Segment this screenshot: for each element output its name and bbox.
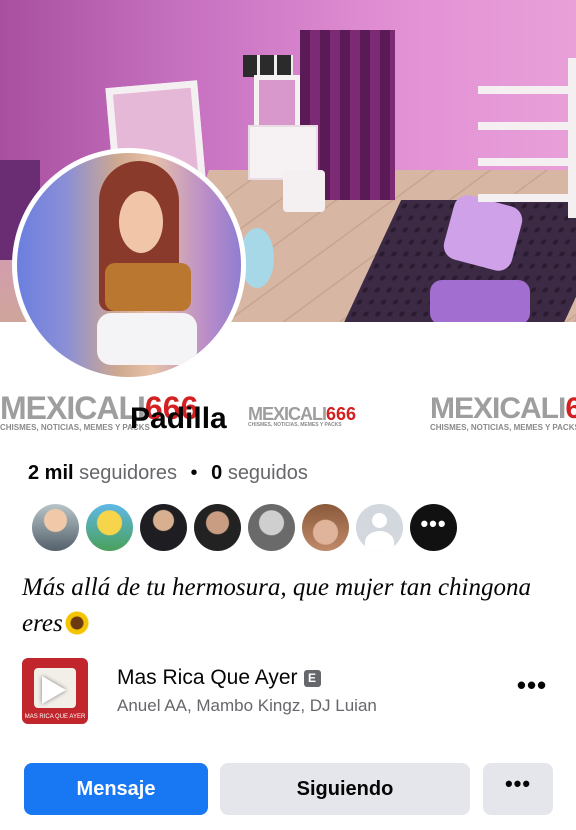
profile-name: Padilla <box>130 402 227 435</box>
avatar-shorts <box>97 313 197 365</box>
watermark-brand: MEXICALI <box>430 392 566 425</box>
play-icon[interactable] <box>42 676 66 704</box>
cover-stool <box>283 170 325 212</box>
cover-shelves <box>478 58 576 218</box>
profile-avatar[interactable] <box>12 148 246 382</box>
cover-pillow-2 <box>430 280 530 322</box>
cover-wall-frames <box>243 55 293 77</box>
song-title-row: Mas Rica Que Ayer E <box>117 666 321 690</box>
mutual-friends-avatars: ••• <box>32 504 457 551</box>
friend-avatar[interactable] <box>86 504 133 551</box>
friend-avatar[interactable] <box>302 504 349 551</box>
followers-label[interactable]: seguidores <box>79 462 177 484</box>
friend-avatar[interactable] <box>32 504 79 551</box>
friend-avatar[interactable] <box>248 504 295 551</box>
profile-bio: Más allá de tu hermosura, que mujer tan … <box>22 570 562 642</box>
avatar-top <box>105 263 191 311</box>
bio-text: Más allá de tu hermosura, que mujer tan … <box>22 574 531 637</box>
song-artists: Anuel AA, Mambo Kingz, DJ Luian <box>117 696 377 715</box>
more-dots-icon: ••• <box>504 771 532 796</box>
avatar-face <box>119 191 163 253</box>
more-friends-button[interactable]: ••• <box>410 504 457 551</box>
watermark-middle: MEXICALI666 CHISMES, NOTICIAS, MEMES Y P… <box>248 405 356 428</box>
music-more-button[interactable]: ••• <box>516 672 548 704</box>
default-avatar-head <box>372 513 387 528</box>
watermark-brand: MEXICALI <box>0 390 146 426</box>
following-label[interactable]: seguidos <box>228 462 308 484</box>
default-avatar-icon[interactable] <box>356 504 403 551</box>
more-options-button[interactable]: ••• <box>483 763 553 815</box>
friend-avatar[interactable] <box>140 504 187 551</box>
message-button[interactable]: Mensaje <box>24 763 208 815</box>
following-count[interactable]: 0 <box>211 462 222 484</box>
sunflower-icon <box>64 611 89 635</box>
following-button[interactable]: Siguiendo <box>220 763 470 815</box>
follow-stats: 2 mil seguidores • 0 seguidos <box>28 462 308 485</box>
watermark-brand: MEXICALI <box>248 404 327 424</box>
watermark-brand-number: 666 <box>326 404 357 424</box>
watermark-brand-number: 666 <box>565 392 576 425</box>
watermark-tagline: CHISMES, NOTICIAS, MEMES Y PACKS <box>248 422 342 428</box>
friend-avatar[interactable] <box>194 504 241 551</box>
song-title: Mas Rica Que Ayer <box>117 666 298 689</box>
watermark-right: MEXICALI666 CHISMES, NOTICIAS, MEMES Y P… <box>430 394 576 432</box>
profile-music[interactable]: MAS RICA QUE AYER Mas Rica Que Ayer E Anu… <box>22 658 562 724</box>
default-avatar-body <box>365 531 394 551</box>
avatar-photo <box>17 153 241 377</box>
album-caption: MAS RICA QUE AYER <box>24 714 86 720</box>
album-cover[interactable]: MAS RICA QUE AYER <box>22 658 88 724</box>
followers-count[interactable]: 2 mil <box>28 462 74 484</box>
stats-separator: • <box>190 462 198 484</box>
explicit-badge: E <box>303 670 321 687</box>
more-dots-icon: ••• <box>420 510 447 536</box>
watermark-tagline: CHISMES, NOTICIAS, MEMES Y PACKS <box>430 423 576 432</box>
